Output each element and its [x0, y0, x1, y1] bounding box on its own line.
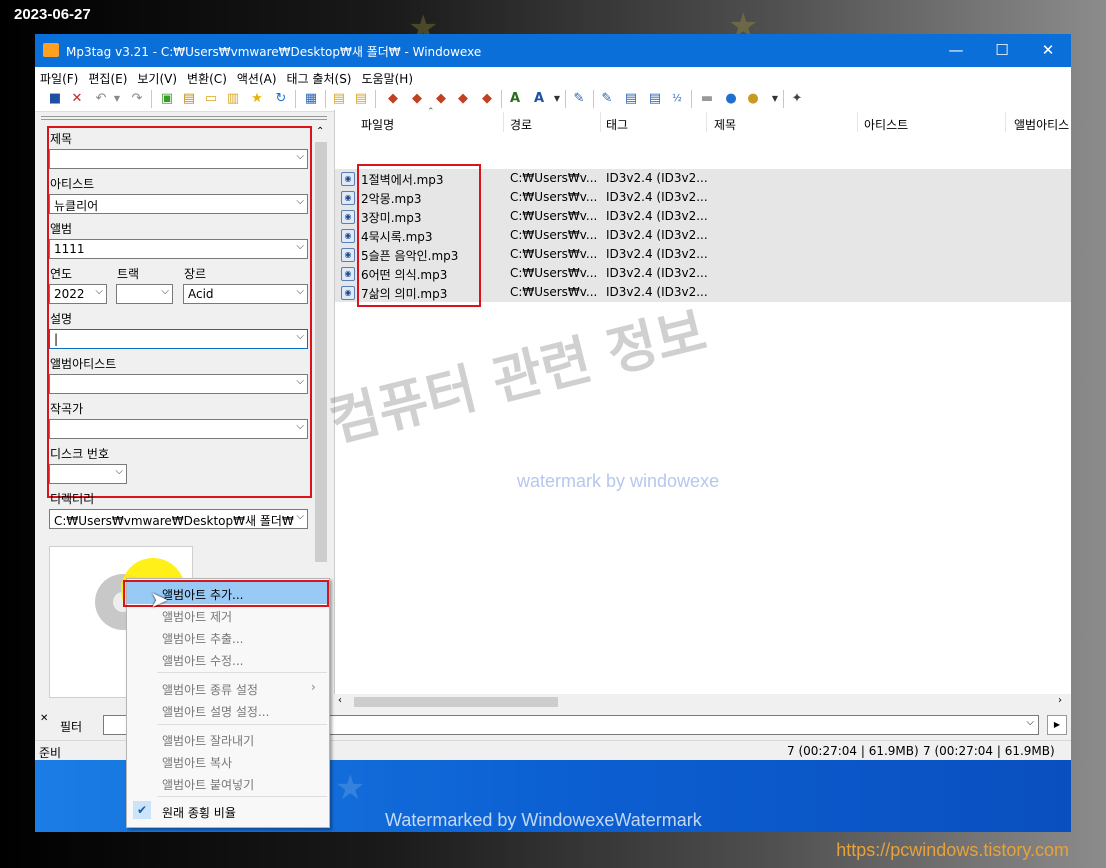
- column-header-tag[interactable]: 태그: [606, 116, 628, 133]
- open-folder-icon[interactable]: ▭: [203, 91, 219, 107]
- window-title: Mp3tag v3.21 - C:₩Users₩vmware₩Desktop₩새…: [66, 45, 482, 59]
- directory-field[interactable]: C:₩Users₩vmware₩Desktop₩새 폴더₩ ⌵: [49, 509, 308, 529]
- audio-file-icon: ◉: [341, 267, 355, 281]
- favorite-folder-icon[interactable]: ▥: [225, 91, 241, 107]
- status-ready: 준비: [39, 746, 62, 760]
- maximize-button[interactable]: ☐: [979, 34, 1025, 67]
- save-icon[interactable]: ■: [47, 91, 63, 107]
- undo-dropdown-icon[interactable]: ▼: [109, 91, 125, 107]
- actions-dropdown-icon[interactable]: ▼: [549, 91, 565, 107]
- menu-item-extract-album-art[interactable]: 앨범아트 추출...: [127, 626, 329, 648]
- favorites-star-icon[interactable]: ★: [249, 91, 265, 107]
- actions-icon[interactable]: A: [531, 91, 547, 107]
- scroll-left-icon[interactable]: ‹: [338, 695, 342, 706]
- audio-file-icon: ◉: [341, 248, 355, 262]
- checkmark-icon: ✔: [133, 801, 151, 819]
- mp3tag-window: Mp3tag v3.21 - C:₩Users₩vmware₩Desktop₩새…: [35, 34, 1071, 832]
- menu-item-copy-album-art[interactable]: 앨범아트 복사: [127, 750, 329, 772]
- chevron-down-icon[interactable]: ⌵: [1026, 717, 1034, 728]
- menu-view[interactable]: 보기(V): [132, 67, 182, 87]
- audio-file-icon: ◉: [341, 286, 355, 300]
- highlight-box-filenames: [357, 164, 481, 307]
- audio-file-icon: ◉: [341, 191, 355, 205]
- status-total: 7 (00:27:04 | 61.9MB): [923, 744, 1055, 758]
- mouse-cursor-icon: ➤: [150, 588, 169, 613]
- redo-icon[interactable]: ↷: [129, 91, 145, 107]
- close-filter-icon[interactable]: ✕: [40, 713, 48, 724]
- column-header-title[interactable]: 제목: [714, 116, 736, 133]
- minimize-button[interactable]: —: [933, 34, 979, 67]
- close-button[interactable]: ✕: [1025, 34, 1071, 67]
- export-icon[interactable]: ▤: [331, 91, 347, 107]
- column-header-filename[interactable]: 파일명: [361, 116, 394, 133]
- undo-icon[interactable]: ↶: [93, 91, 109, 107]
- menu-convert[interactable]: 변환(C): [182, 67, 232, 87]
- refresh-icon[interactable]: ↻: [273, 91, 289, 107]
- tag-to-text-file-icon[interactable]: ◆: [479, 91, 495, 107]
- watermark-english: watermark by windowexe: [517, 471, 720, 491]
- tag-to-filename-icon[interactable]: ◆: [385, 91, 401, 107]
- file-list-horizontal-scrollbar[interactable]: ‹ ›: [334, 694, 1071, 710]
- audio-file-icon: ◉: [341, 229, 355, 243]
- tag-to-tag-icon[interactable]: ◆: [433, 91, 449, 107]
- audio-file-icon: ◉: [341, 172, 355, 186]
- format-value-icon[interactable]: ▤: [647, 91, 663, 107]
- watermark-bottom: Watermarked by WindowexeWatermark: [385, 810, 702, 830]
- menu-edit[interactable]: 편집(E): [83, 67, 132, 87]
- album-art-context-menu: 앨범아트 추가... 앨범아트 제거 앨범아트 추출... 앨범아트 수정...…: [123, 578, 330, 828]
- status-selected: 7 (00:27:04 | 61.9MB): [787, 744, 919, 758]
- menu-file[interactable]: 파일(F): [35, 67, 83, 87]
- menu-help[interactable]: 도움말(H): [357, 67, 419, 87]
- highlight-box-tag-fields: [47, 126, 312, 498]
- sort-arrow-icon: ⌃: [427, 107, 435, 117]
- toolbar: ■ ✕ ↶ ▼ ↷ ▣ ▤ ▭ ▥ ★ ↻ ▦ ▤ ▤ ◆ ◆ ◆ ◆ ◆ A …: [35, 87, 1071, 112]
- star-decoration: ★: [335, 768, 366, 808]
- submenu-arrow-icon: ›: [311, 680, 316, 694]
- date-overlay: 2023-06-27: [14, 6, 91, 23]
- directory-label: 디렉터리: [50, 492, 95, 506]
- filter-label: 필터: [60, 720, 83, 734]
- scroll-up-icon[interactable]: ⌃: [316, 126, 324, 137]
- add-folder-icon[interactable]: ▤: [181, 91, 197, 107]
- mp3tag-app-icon: [43, 43, 59, 57]
- options-wrench-icon[interactable]: ✦: [789, 91, 805, 107]
- site-url-overlay: https://pcwindows.tistory.com: [836, 840, 1069, 860]
- menu-item-set-art-description[interactable]: 앨범아트 설명 설정...: [127, 699, 329, 721]
- menu-item-edit-album-art[interactable]: 앨범아트 수정...: [127, 648, 329, 670]
- menu-item-paste-album-art[interactable]: 앨범아트 붙여넣기: [127, 772, 329, 794]
- edit-icon[interactable]: ✎: [571, 91, 587, 107]
- title-bar: Mp3tag v3.21 - C:₩Users₩vmware₩Desktop₩새…: [35, 34, 1071, 67]
- audio-file-icon: ◉: [341, 210, 355, 224]
- menu-item-set-art-type[interactable]: 앨범아트 종류 설정 ›: [127, 677, 329, 699]
- menu-tag-sources[interactable]: 태그 출처(S): [282, 67, 357, 87]
- delete-icon[interactable]: ✕: [69, 91, 85, 107]
- write-icon[interactable]: ✎: [599, 91, 615, 107]
- text-file-to-tag-icon[interactable]: ◆: [455, 91, 471, 107]
- panel-splitter[interactable]: [41, 116, 327, 120]
- menu-item-keep-aspect-ratio[interactable]: 원래 종횡 비율: [127, 800, 329, 822]
- autonumber-icon[interactable]: ▤: [623, 91, 639, 107]
- column-header-artist[interactable]: 아티스트: [864, 116, 908, 133]
- playlist-icon[interactable]: ▤: [353, 91, 369, 107]
- case-conversion-icon[interactable]: A: [507, 91, 523, 107]
- column-header-album-artist[interactable]: 앨범아티스: [1014, 116, 1069, 133]
- filter-go-button[interactable]: ▶: [1047, 715, 1067, 735]
- numbering-icon[interactable]: ½: [669, 91, 685, 107]
- add-directory-icon[interactable]: ▣: [159, 91, 175, 107]
- menu-actions[interactable]: 액션(A): [232, 67, 282, 87]
- menu-item-cut-album-art[interactable]: 앨범아트 잘라내기: [127, 728, 329, 750]
- column-header-path[interactable]: 경로: [510, 116, 532, 133]
- tag-sources-icon[interactable]: ●: [745, 91, 761, 107]
- web-sources-icon[interactable]: ●: [723, 91, 739, 107]
- chevron-down-icon[interactable]: ⌵: [296, 511, 304, 522]
- print-icon[interactable]: ▬: [699, 91, 715, 107]
- scroll-right-icon[interactable]: ›: [1058, 695, 1062, 706]
- filename-to-tag-icon[interactable]: ◆: [409, 91, 425, 107]
- tag-panel-icon[interactable]: ▦: [303, 91, 319, 107]
- menu-bar: 파일(F) 편집(E) 보기(V) 변환(C) 액션(A) 태그 출처(S) 도움말(H): [35, 67, 1071, 87]
- tag-sources-dropdown-icon[interactable]: ▼: [767, 91, 783, 107]
